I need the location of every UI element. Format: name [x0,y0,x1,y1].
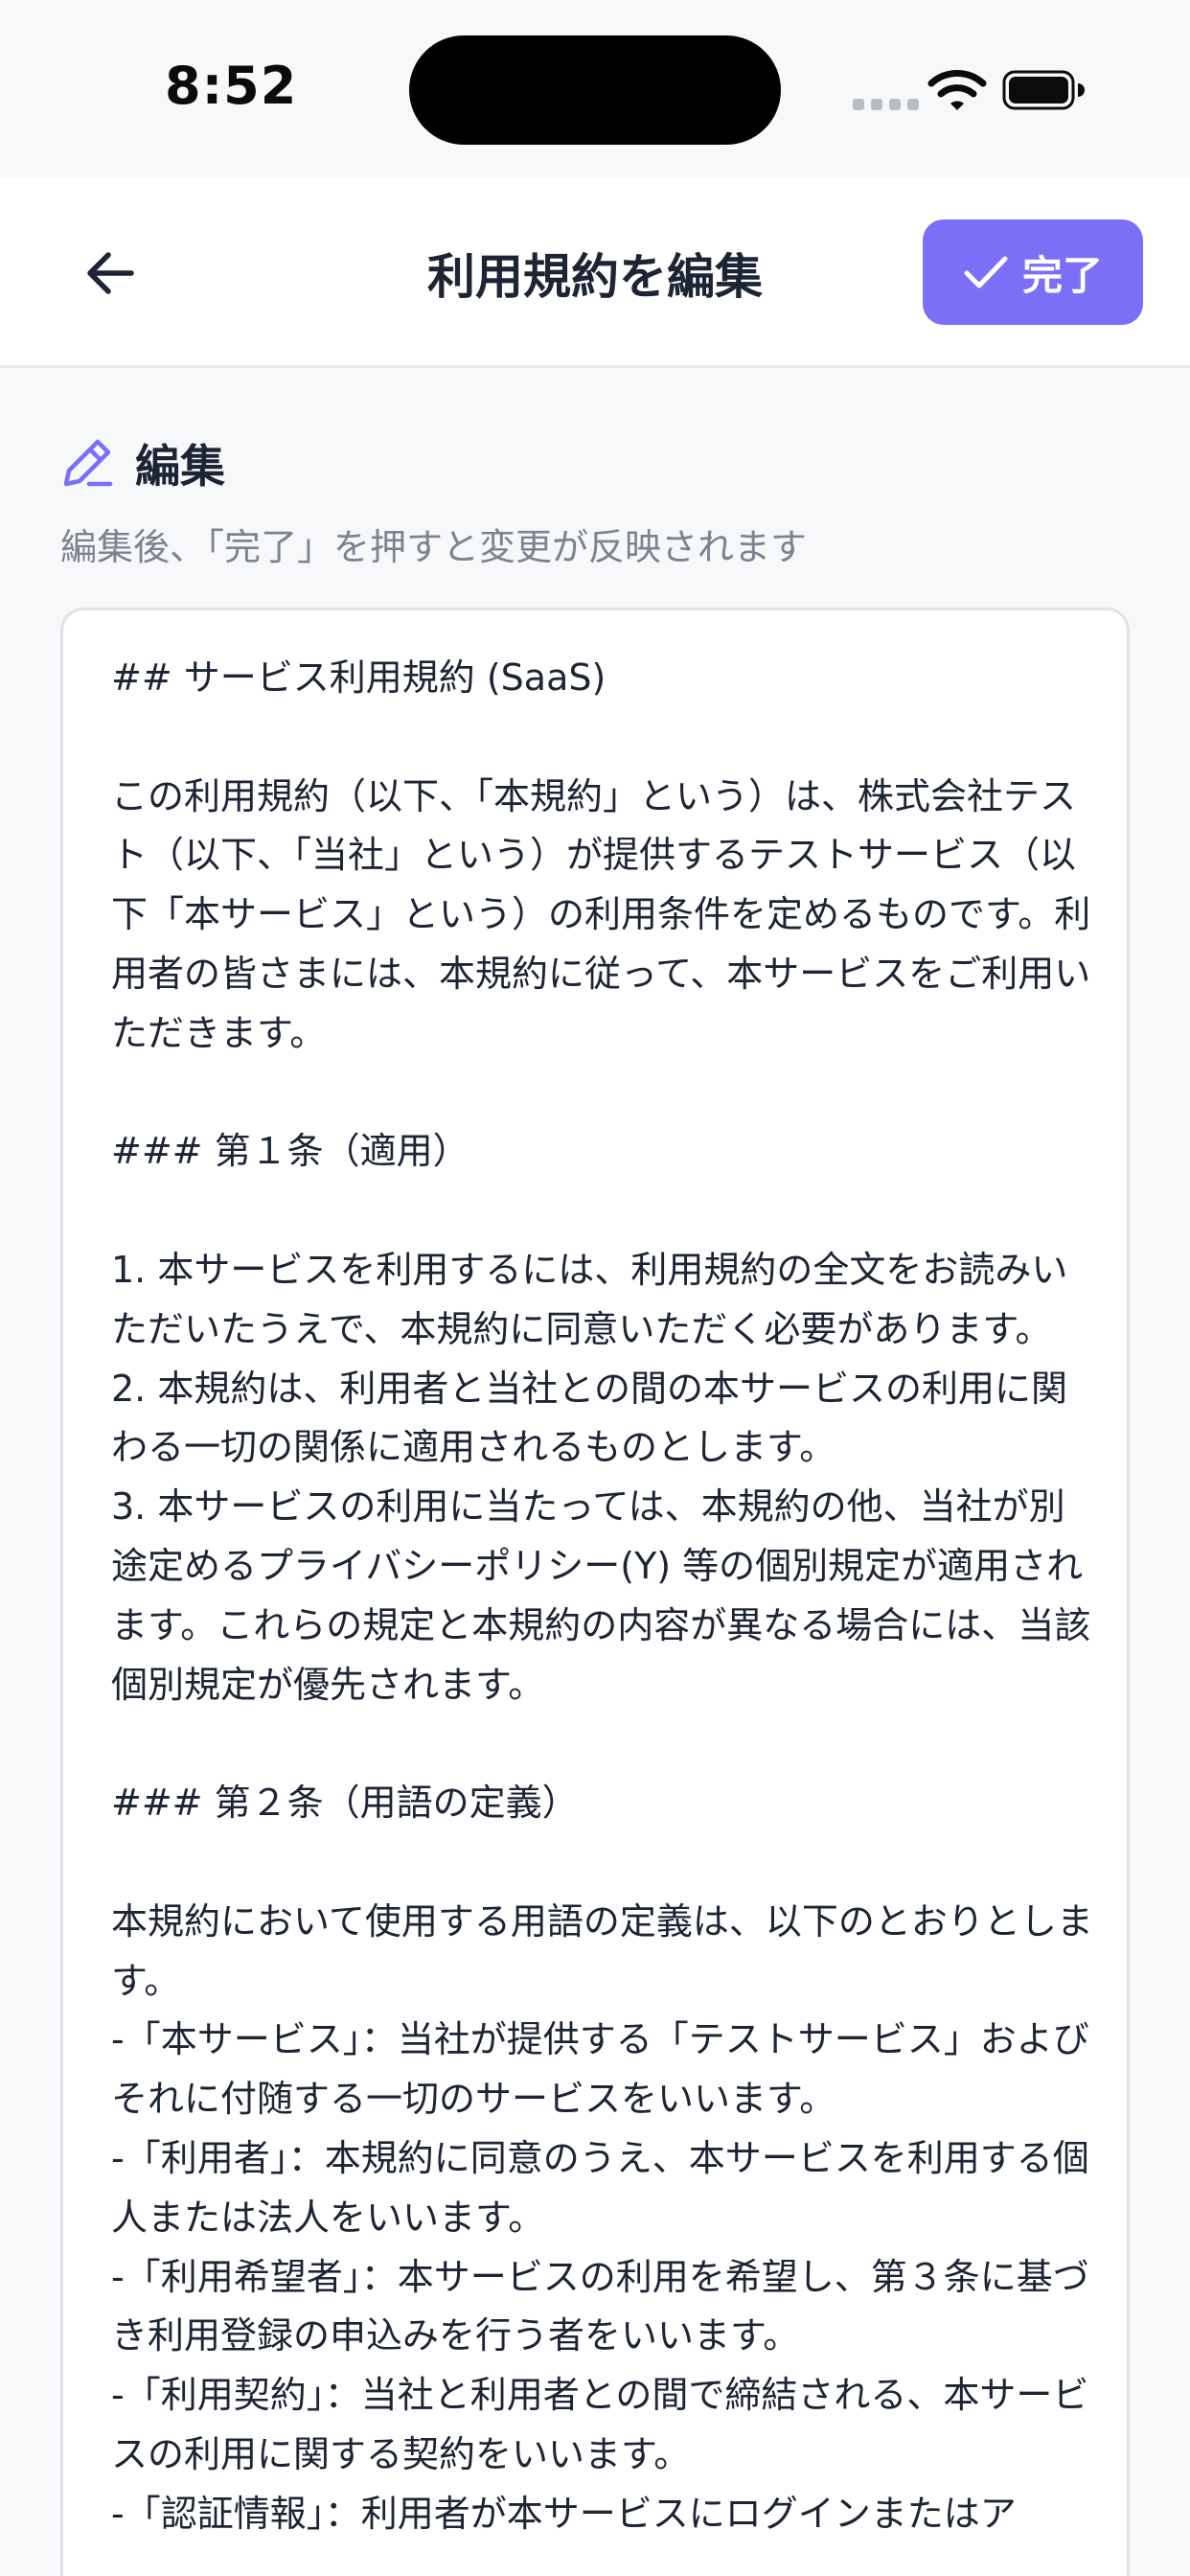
battery-icon [1002,70,1085,110]
section-title: 編集 [135,441,225,494]
pencil-icon [63,439,113,486]
status-bar: 8:52 [0,0,1190,177]
cellular-signal-icon [853,99,919,110]
app-header: 利用規約を編集 完了 [0,177,1190,368]
done-button-label: 完了 [1021,251,1103,299]
screen: 8:52 利用規約を編集 完了 編集 編集後、「完了」を押すと変更が反映されます… [0,0,1190,2576]
terms-editor[interactable]: ## サービス利用規約 (SaaS) この利用規約（以下、「本規約」という）は、… [60,608,1130,2576]
status-time: 8:52 [165,56,298,116]
done-button[interactable]: 完了 [923,219,1143,325]
wifi-icon [927,70,987,110]
dynamic-island [409,35,781,145]
terms-editor-content[interactable]: ## サービス利用規約 (SaaS) この利用規約（以下、「本規約」という）は、… [111,649,1098,2544]
check-icon [964,256,1008,288]
section-header: 編集 [60,429,225,495]
section-hint: 編集後、「完了」を押すと変更が反映されます [60,526,808,568]
